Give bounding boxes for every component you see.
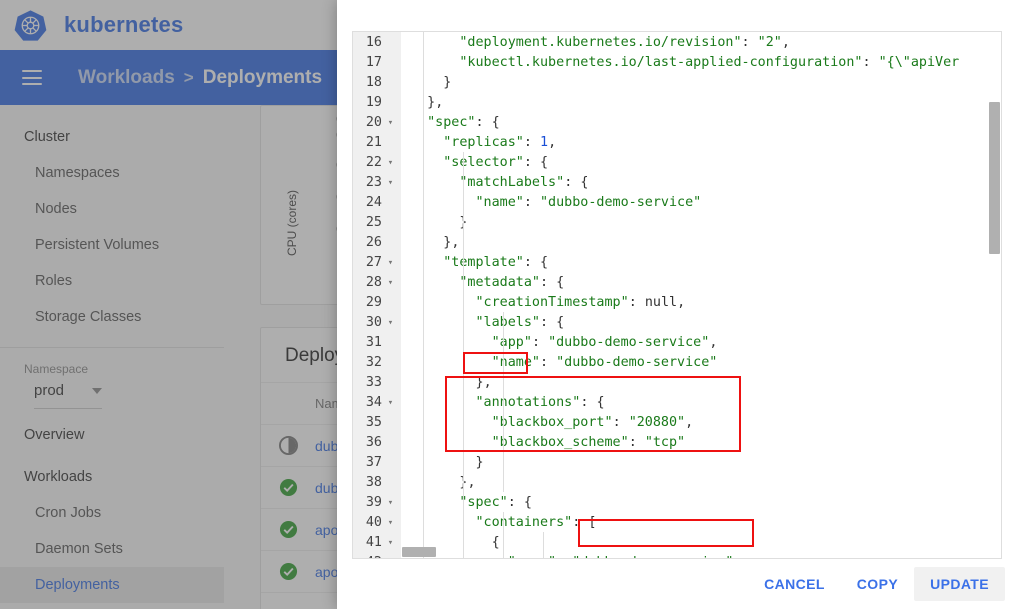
editor-line-number: 30 ▾ bbox=[353, 313, 401, 333]
editor-indent-guide bbox=[423, 32, 424, 558]
fold-placeholder: ▾ bbox=[385, 233, 396, 253]
editor-line-number: 27 ▾ bbox=[353, 253, 401, 273]
editor-line-number: 38▾ bbox=[353, 473, 401, 493]
editor-line-number: 41 ▾ bbox=[353, 533, 401, 553]
editor-code-line: { bbox=[491, 535, 500, 550]
fold-toggle-icon[interactable]: ▾ bbox=[385, 173, 396, 193]
editor-line-number: 37▾ bbox=[353, 453, 401, 473]
editor-indent-guide bbox=[503, 312, 504, 492]
editor-line-number: 23 ▾ bbox=[353, 173, 401, 193]
editor-code-line: } bbox=[443, 75, 452, 90]
fold-toggle-icon[interactable]: ▾ bbox=[385, 313, 396, 333]
editor-code-line: } bbox=[401, 213, 1001, 233]
editor-code-line: "containers": [ bbox=[475, 515, 597, 530]
editor-line-number: 18▾ bbox=[353, 73, 401, 93]
editor-code-line: "name": "dubbo-demo-service", bbox=[401, 553, 1001, 558]
fold-toggle-icon[interactable]: ▾ bbox=[385, 393, 396, 413]
editor-line-number: 26▾ bbox=[353, 233, 401, 253]
editor-code-line: "blackbox_scheme": "tcp" bbox=[491, 435, 686, 450]
editor-line-number: 20 ▾ bbox=[353, 113, 401, 133]
fold-placeholder: ▾ bbox=[385, 333, 396, 353]
fold-toggle-icon[interactable]: ▾ bbox=[385, 493, 396, 513]
editor-code-line: }, bbox=[459, 475, 476, 490]
fold-placeholder: ▾ bbox=[385, 373, 396, 393]
editor-code-line: }, bbox=[443, 235, 460, 250]
screen: kubernetes Workloads > Deployments Clust… bbox=[0, 0, 1017, 609]
fold-placeholder: ▾ bbox=[385, 453, 396, 473]
copy-button[interactable]: COPY bbox=[841, 567, 914, 601]
editor-code-line: "spec": { bbox=[427, 115, 500, 130]
fold-toggle-icon[interactable]: ▾ bbox=[385, 273, 396, 293]
fold-placeholder: ▾ bbox=[385, 73, 396, 93]
editor-vertical-scrollbar[interactable] bbox=[989, 102, 1000, 254]
editor-indent-guide bbox=[463, 272, 464, 558]
editor-code-area[interactable]: "deployment.kubernetes.io/revision": "2"… bbox=[401, 32, 1001, 558]
editor-line-number: 36▾ bbox=[353, 433, 401, 453]
editor-horizontal-scrollbar[interactable] bbox=[402, 547, 436, 557]
editor-line-number: 31▾ bbox=[353, 333, 401, 353]
fold-placeholder: ▾ bbox=[385, 33, 396, 53]
edit-resource-dialog: 16▾17▾18▾19▾20▾21▾22▾23▾24▾25▾26▾27▾28▾2… bbox=[337, 0, 1017, 609]
editor-code-line: "matchLabels": { bbox=[459, 175, 589, 190]
editor-code-line: }, bbox=[475, 375, 492, 390]
editor-line-number: 22 ▾ bbox=[353, 153, 401, 173]
editor-line-number-gutter: 16▾17▾18▾19▾20▾21▾22▾23▾24▾25▾26▾27▾28▾2… bbox=[353, 32, 401, 558]
editor-line-number: 35▾ bbox=[353, 413, 401, 433]
fold-placeholder: ▾ bbox=[385, 193, 396, 213]
editor-code-line: "spec": { bbox=[459, 495, 532, 510]
editor-code-line: "app": "dubbo-demo-service", bbox=[491, 335, 718, 350]
fold-placeholder: ▾ bbox=[385, 433, 396, 453]
fold-placeholder: ▾ bbox=[385, 133, 396, 153]
editor-indent-guide bbox=[463, 152, 464, 292]
editor-code-line: "name": "dubbo-demo-service" bbox=[475, 195, 702, 210]
editor-code-line: }, bbox=[427, 95, 444, 110]
editor-code-line: "labels": { bbox=[475, 315, 565, 330]
fold-placeholder: ▾ bbox=[385, 213, 396, 233]
editor-code-line: "replicas": 1, bbox=[443, 135, 557, 150]
editor-line-number: 28 ▾ bbox=[353, 273, 401, 293]
fold-placeholder: ▾ bbox=[385, 293, 396, 313]
fold-placeholder: ▾ bbox=[385, 353, 396, 373]
editor-code-line: "creationTimestamp": null, bbox=[475, 295, 686, 310]
fold-placeholder: ▾ bbox=[385, 53, 396, 73]
fold-toggle-icon[interactable]: ▾ bbox=[385, 253, 396, 273]
editor-line-number: 40 ▾ bbox=[353, 513, 401, 533]
editor-line-number: 33▾ bbox=[353, 373, 401, 393]
fold-placeholder: ▾ bbox=[385, 93, 396, 113]
editor-line-number: 32▾ bbox=[353, 353, 401, 373]
editor-code-line: "name": "dubbo-demo-service" bbox=[491, 355, 718, 370]
editor-code-line: "deployment.kubernetes.io/revision": "2"… bbox=[459, 35, 790, 50]
editor-line-number: 19▾ bbox=[353, 93, 401, 113]
editor-code-line: } bbox=[475, 455, 484, 470]
editor-code-line: "blackbox_port": "20880", bbox=[491, 415, 694, 430]
editor-line-number: 29▾ bbox=[353, 293, 401, 313]
fold-placeholder: ▾ bbox=[385, 473, 396, 493]
fold-toggle-icon[interactable]: ▾ bbox=[385, 113, 396, 133]
editor-indent-guide bbox=[543, 532, 544, 558]
editor-line-number: 25▾ bbox=[353, 213, 401, 233]
editor-line-number: 21▾ bbox=[353, 133, 401, 153]
editor-line-number: 17▾ bbox=[353, 53, 401, 73]
cancel-button[interactable]: CANCEL bbox=[748, 567, 841, 601]
editor-line-number: 16▾ bbox=[353, 33, 401, 53]
fold-toggle-icon[interactable]: ▾ bbox=[385, 533, 396, 553]
json-editor[interactable]: 16▾17▾18▾19▾20▾21▾22▾23▾24▾25▾26▾27▾28▾2… bbox=[352, 31, 1002, 559]
editor-code-line: "template": { bbox=[443, 255, 549, 270]
fold-placeholder: ▾ bbox=[385, 413, 396, 433]
editor-line-number: 24▾ bbox=[353, 193, 401, 213]
fold-toggle-icon[interactable]: ▾ bbox=[385, 153, 396, 173]
editor-indent-guide bbox=[503, 512, 504, 558]
fold-toggle-icon[interactable]: ▾ bbox=[385, 513, 396, 533]
editor-line-number: 39 ▾ bbox=[353, 493, 401, 513]
editor-line-number: 34 ▾ bbox=[353, 393, 401, 413]
editor-code-line: "metadata": { bbox=[459, 275, 565, 290]
editor-code-line: "selector": { bbox=[443, 155, 549, 170]
update-button[interactable]: UPDATE bbox=[914, 567, 1005, 601]
editor-code-line: "kubectl.kubernetes.io/last-applied-conf… bbox=[459, 55, 960, 70]
editor-code-line: "annotations": { bbox=[475, 395, 605, 410]
dialog-action-bar: CANCEL COPY UPDATE bbox=[337, 559, 1017, 609]
